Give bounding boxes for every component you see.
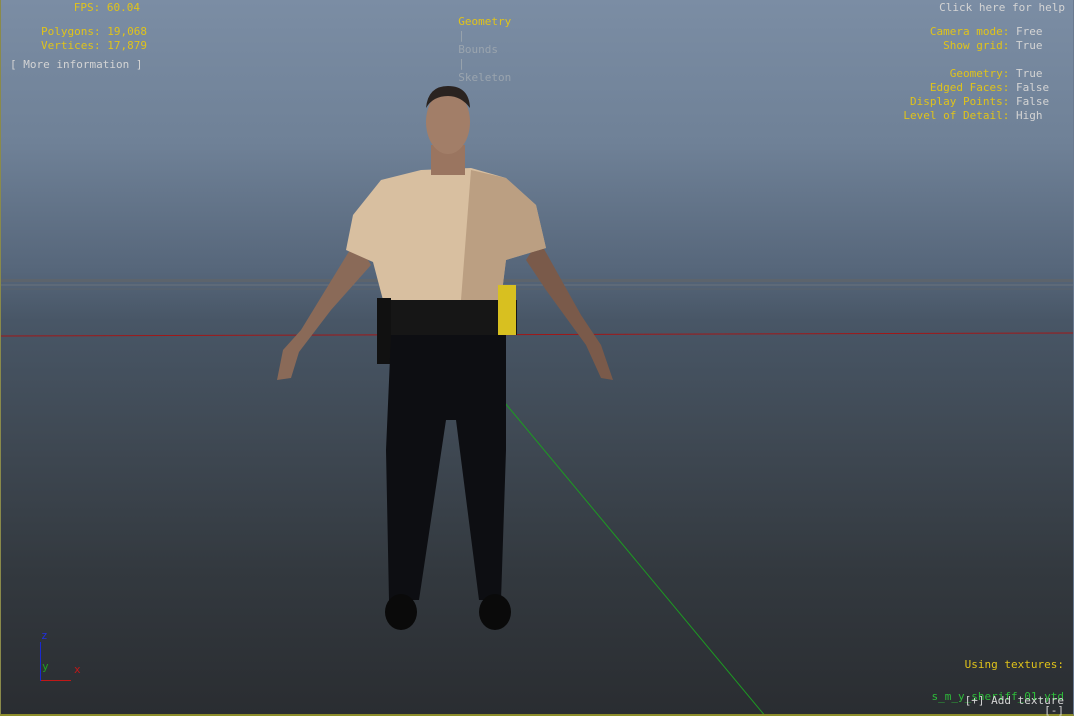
fps-readout: FPS: 60.04 bbox=[73, 1, 140, 14]
z-axis-gizmo-line bbox=[40, 642, 41, 681]
tab-separator: | bbox=[458, 29, 465, 42]
axis-gizmo: z y x bbox=[31, 628, 91, 683]
view-tabs: Geometry | Bounds | Skeleton bbox=[445, 1, 511, 85]
x-axis-gizmo-line bbox=[41, 680, 71, 681]
add-texture-button[interactable]: [+] Add texture bbox=[965, 694, 1064, 708]
tab-geometry[interactable]: Geometry bbox=[458, 15, 511, 28]
setting-edged-faces[interactable]: Edged Faces: False bbox=[930, 81, 1051, 95]
tab-bounds[interactable]: Bounds bbox=[458, 43, 498, 56]
character-model bbox=[277, 86, 613, 630]
setting-level-of-detail[interactable]: Level of Detail: High bbox=[903, 109, 1051, 123]
tab-skeleton[interactable]: Skeleton bbox=[458, 71, 511, 84]
grid-horizon bbox=[1, 279, 1073, 290]
y-axis-label: y bbox=[42, 660, 49, 673]
help-link[interactable]: Click here for help bbox=[939, 1, 1065, 15]
x-axis-line bbox=[1, 332, 1073, 337]
x-axis-label: x bbox=[74, 663, 81, 676]
setting-geometry[interactable]: Geometry: True bbox=[950, 67, 1051, 81]
setting-show-grid[interactable]: Show grid: True bbox=[943, 39, 1051, 53]
vertices-readout: Vertices: 17,879 bbox=[41, 39, 147, 52]
tab-separator: | bbox=[458, 57, 465, 70]
setting-camera-mode[interactable]: Camera mode: Free bbox=[930, 25, 1051, 39]
more-information-link[interactable]: [ More information ] bbox=[10, 58, 142, 72]
z-axis-label: z bbox=[41, 629, 48, 642]
textures-heading: Using textures: bbox=[964, 658, 1064, 671]
3d-viewport[interactable]: FPS: 60.04 Polygons: 19,068 Vertices: 17… bbox=[0, 0, 1074, 717]
polygons-readout: Polygons: 19,068 bbox=[41, 25, 147, 38]
setting-display-points[interactable]: Display Points: False bbox=[910, 95, 1051, 109]
